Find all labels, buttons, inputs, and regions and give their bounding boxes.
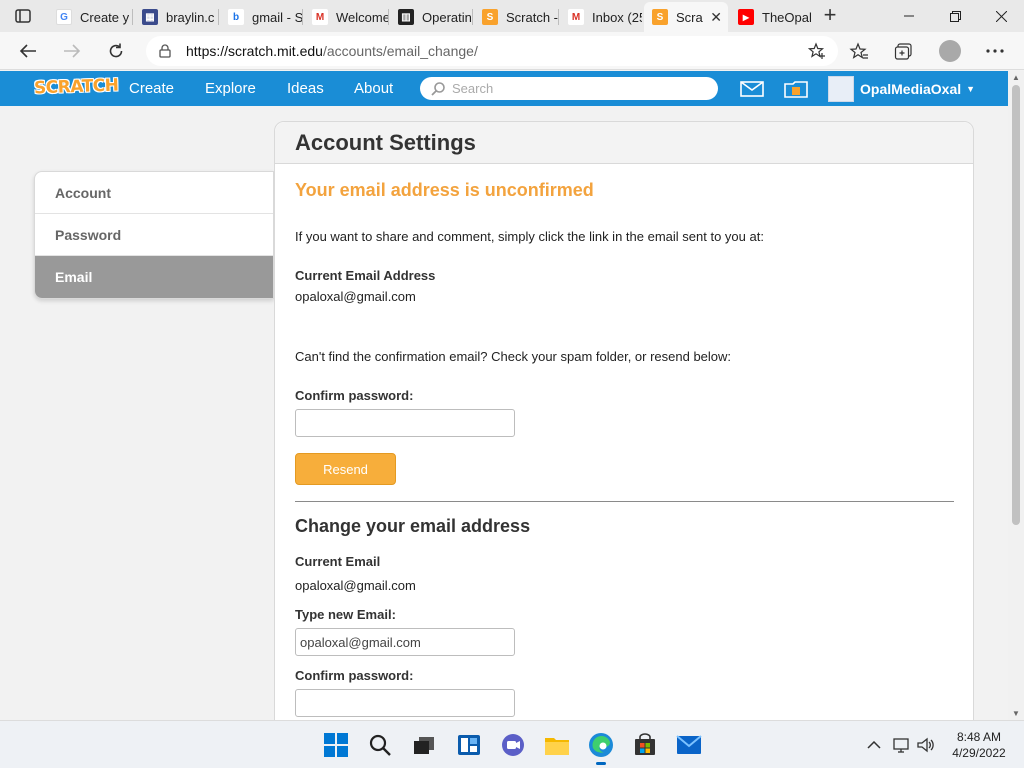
settings-panel: Account Settings Your email address is u… (274, 121, 974, 720)
minimize-button[interactable] (886, 0, 932, 32)
current-email-value: opaloxal@gmail.com (295, 289, 416, 304)
current-email-label-2: Current Email (295, 554, 381, 569)
tab-create[interactable]: G Create y (48, 4, 132, 30)
scratch-icon: S (652, 9, 668, 25)
forward-button[interactable] (58, 38, 86, 64)
browser-tab-strip: G Create y ▦ braylin.c b gmail - S M Wel… (0, 0, 1024, 32)
profile-icon[interactable] (939, 40, 961, 62)
collections-icon[interactable] (893, 40, 915, 62)
volume-icon[interactable] (916, 735, 936, 755)
mail-icon[interactable] (675, 731, 703, 759)
page-title: Account Settings (295, 129, 476, 155)
page-content: Account Password Email Account Settings … (0, 106, 1008, 720)
current-email-label: Current Email Address (295, 268, 436, 283)
clock-time: 8:48 AM (956, 730, 1002, 744)
nav-search-box[interactable] (420, 77, 718, 100)
network-icon[interactable] (892, 735, 912, 755)
scratch-logo[interactable]: SCRATCH (34, 76, 119, 99)
gmail-icon: M (568, 9, 584, 25)
tab-welcome[interactable]: M Welcome (304, 4, 388, 30)
file-explorer-icon[interactable] (543, 731, 571, 759)
scratch-navbar: SCRATCH Create Explore Ideas About OpalM… (0, 71, 1008, 106)
unconfirmed-text: If you want to share and comment, simply… (295, 229, 764, 244)
tab-scratch-active[interactable]: S Scra ✕ (644, 2, 728, 32)
windows-taskbar: 8:48 AM 4/29/2022 (0, 720, 1024, 768)
forms-icon: ▦ (142, 9, 158, 25)
store-icon[interactable] (631, 731, 659, 759)
nav-explore[interactable]: Explore (205, 80, 256, 97)
widgets-icon[interactable] (455, 731, 483, 759)
google-icon: G (56, 9, 72, 25)
settings-sidebar: Account Password Email (34, 171, 274, 299)
gmail-icon: M (312, 9, 328, 25)
nav-ideas[interactable]: Ideas (287, 80, 324, 97)
edge-icon[interactable] (587, 731, 615, 765)
tab-operating[interactable]: ▥ Operatin (390, 4, 472, 30)
close-window-button[interactable] (978, 0, 1024, 32)
confirm-password-label-2: Confirm password: (295, 668, 414, 683)
avatar (828, 75, 854, 102)
search-icon[interactable] (366, 731, 394, 759)
tab-gmail-search[interactable]: b gmail - S (220, 4, 302, 30)
tab-scratch[interactable]: S Scratch - (474, 4, 558, 30)
search-input[interactable] (452, 81, 702, 96)
page-scrollbar[interactable]: ▲ ▼ (1008, 71, 1024, 720)
lock-icon[interactable] (158, 44, 172, 58)
confirm-password-label: Confirm password: (295, 388, 414, 403)
confirm-password-input[interactable] (295, 409, 515, 437)
resend-hint: Can't find the confirmation email? Check… (295, 349, 732, 364)
panel-header: Account Settings (275, 122, 973, 164)
change-email-heading: Change your email address (295, 516, 531, 536)
close-tab-icon[interactable]: ✕ (710, 9, 722, 26)
sidebar-item-account[interactable]: Account (35, 172, 273, 214)
task-view-icon[interactable] (410, 731, 438, 759)
nav-about[interactable]: About (354, 80, 393, 97)
scroll-down-icon[interactable]: ▼ (1012, 709, 1020, 718)
sidebar-item-email[interactable]: Email (35, 256, 273, 298)
search-icon (431, 81, 445, 96)
caret-down-icon: ▼ (966, 83, 976, 94)
tab-youtube[interactable]: ▶ TheOpal (730, 4, 812, 30)
sidebar-item-password[interactable]: Password (35, 214, 273, 256)
new-tab-button[interactable]: + (818, 4, 842, 28)
current-email-value-2: opaloxal@gmail.com (295, 578, 416, 593)
address-bar[interactable]: https://scratch.mit.edu/accounts/email_c… (146, 36, 838, 66)
username: OpalMediaOxal (860, 80, 962, 97)
new-email-input[interactable] (295, 628, 515, 656)
favorites-icon[interactable] (848, 40, 870, 62)
add-favorite-icon[interactable] (807, 42, 826, 65)
browser-toolbar: https://scratch.mit.edu/accounts/email_c… (0, 32, 1024, 70)
book-icon: ▥ (398, 9, 414, 25)
clock-date: 4/29/2022 (952, 746, 1006, 760)
messages-icon[interactable] (739, 79, 765, 99)
scrollbar-thumb[interactable] (1012, 85, 1020, 525)
new-email-label: Type new Email: (295, 607, 396, 622)
scratch-icon: S (482, 9, 498, 25)
scroll-up-icon[interactable]: ▲ (1012, 73, 1020, 82)
maximize-button[interactable] (932, 0, 978, 32)
start-icon[interactable] (322, 731, 350, 759)
unconfirmed-heading: Your email address is unconfirmed (295, 180, 594, 200)
teams-chat-icon[interactable] (499, 731, 527, 759)
url-text: https://scratch.mit.edu/accounts/email_c… (186, 43, 478, 59)
back-button[interactable] (14, 38, 42, 64)
tab-inbox[interactable]: M Inbox (25 (560, 4, 642, 30)
my-stuff-icon[interactable] (783, 79, 809, 99)
more-options-icon[interactable] (984, 40, 1006, 62)
taskbar-clock[interactable]: 8:48 AM 4/29/2022 (944, 729, 1014, 761)
show-hidden-icons-icon[interactable] (864, 735, 884, 755)
youtube-icon: ▶ (738, 9, 754, 25)
tab-actions-icon[interactable] (8, 6, 38, 26)
user-menu[interactable]: OpalMediaOxal ▼ (828, 75, 975, 102)
resend-button[interactable]: Resend (295, 453, 396, 485)
refresh-button[interactable] (102, 38, 130, 64)
confirm-password-input-2[interactable] (295, 689, 515, 717)
tab-braylin[interactable]: ▦ braylin.c (134, 4, 218, 30)
divider (295, 501, 954, 502)
bing-icon: b (228, 9, 244, 25)
nav-create[interactable]: Create (129, 80, 174, 97)
